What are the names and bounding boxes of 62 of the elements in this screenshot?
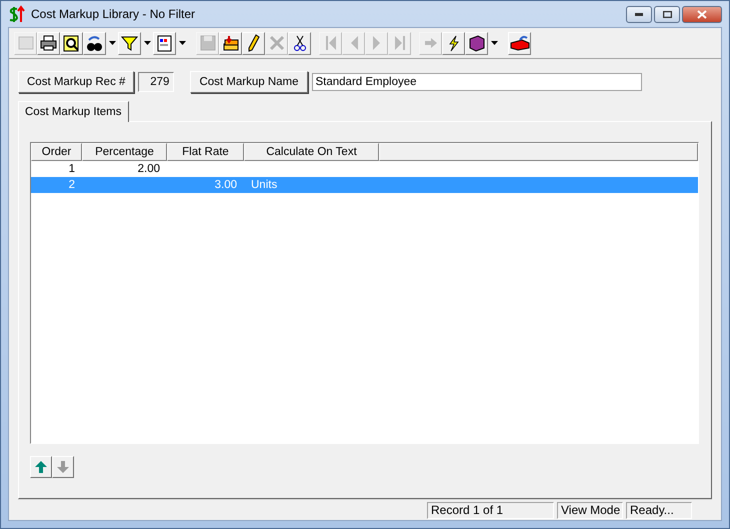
- exit-icon: [510, 35, 530, 51]
- maximize-icon: [662, 11, 672, 18]
- printer-icon: [40, 35, 57, 51]
- toolbar-button[interactable]: [60, 32, 83, 54]
- caret-icon: [178, 41, 186, 45]
- lightning-icon: [448, 34, 460, 52]
- table-cell: Units: [251, 179, 278, 191]
- table-cell: 2.00: [138, 163, 160, 175]
- grid-icon: [18, 36, 34, 50]
- caret-icon: [108, 41, 116, 45]
- down-arrow-icon: [56, 460, 70, 474]
- toolbar-button[interactable]: [242, 32, 265, 54]
- markup-name-button[interactable]: Cost Markup Name: [190, 71, 308, 93]
- column-header[interactable]: Percentage: [82, 143, 167, 161]
- column-header[interactable]: Flat Rate: [167, 143, 244, 161]
- save-icon: [200, 35, 216, 51]
- toolbar-button[interactable]: [508, 32, 531, 54]
- rec-number-field: 279: [138, 72, 174, 92]
- first-record-icon: [324, 35, 336, 51]
- markup-name-field[interactable]: Standard Employee: [312, 73, 642, 91]
- move-up-button[interactable]: [30, 456, 52, 478]
- table-cell: 1: [68, 163, 75, 175]
- status-pane: View Mode: [557, 502, 623, 518]
- caret-icon: [490, 41, 498, 45]
- toolbar-button[interactable]: [37, 32, 60, 54]
- maximize-button[interactable]: [654, 6, 680, 23]
- right-arrow-icon: [424, 37, 438, 49]
- up-arrow-icon: [34, 460, 48, 474]
- toolbar-button[interactable]: [83, 32, 106, 54]
- table-cell: 3.00: [214, 179, 237, 191]
- tab[interactable]: Cost Markup Items: [18, 101, 128, 122]
- caret-icon: [144, 41, 150, 45]
- last-record-icon: [394, 35, 406, 51]
- next-record-icon: [372, 35, 382, 51]
- app-icon: [8, 5, 25, 23]
- toolbar-button[interactable]: [465, 32, 488, 54]
- toolbar-button[interactable]: [153, 32, 176, 54]
- toolbar-button[interactable]: [118, 32, 141, 54]
- delete-icon: [268, 35, 284, 51]
- minimize-icon: [635, 13, 643, 16]
- binoculars-icon: [86, 34, 103, 52]
- document-icon: [157, 34, 172, 52]
- scissors-icon: [294, 34, 306, 52]
- toolbar-button[interactable]: [442, 32, 465, 54]
- minimize-button[interactable]: [626, 6, 652, 23]
- previous-record-icon: [348, 35, 358, 51]
- table-row[interactable]: 1 2.00: [31, 161, 698, 177]
- status-pane: Record 1 of 1: [427, 502, 554, 518]
- close-button[interactable]: [682, 6, 722, 23]
- column-header[interactable]: Calculate On Text: [244, 143, 379, 161]
- rec-number-button[interactable]: Cost Markup Rec #: [18, 71, 134, 93]
- column-header[interactable]: Order: [31, 143, 82, 161]
- stack-icon: [222, 34, 240, 52]
- status-pane: Ready...: [626, 502, 692, 518]
- toolbar-button[interactable]: [219, 32, 242, 54]
- table-cell: 2: [68, 179, 75, 191]
- window-title: Cost Markup Library - No Filter: [31, 7, 196, 21]
- toolbar-button[interactable]: [288, 32, 311, 54]
- close-icon: [697, 10, 707, 19]
- filter-icon: [121, 34, 138, 52]
- preview-icon: [63, 34, 80, 52]
- pencil-icon: [248, 34, 260, 52]
